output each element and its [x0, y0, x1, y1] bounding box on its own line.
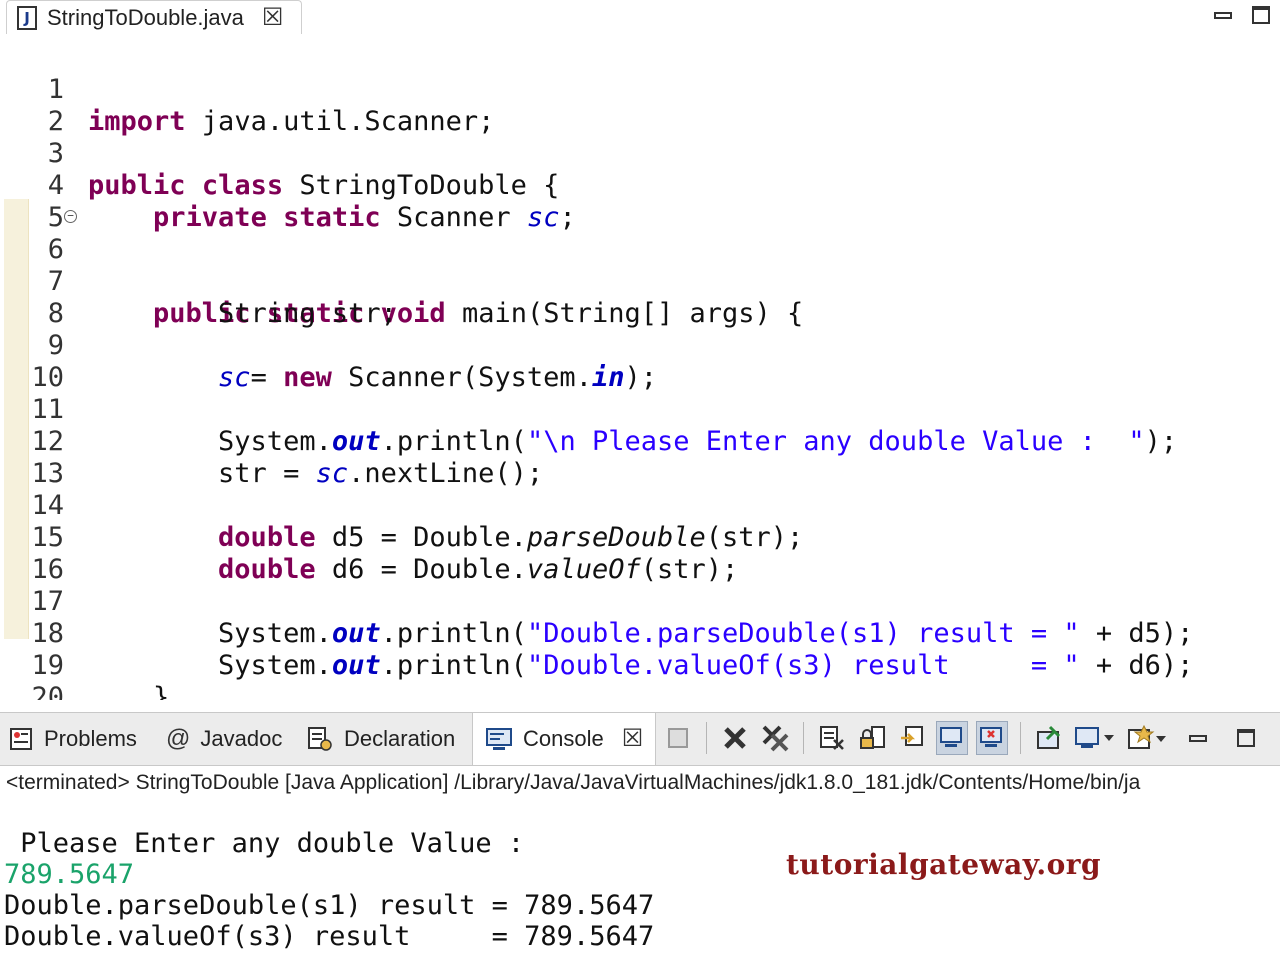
maximize-icon[interactable]	[1252, 6, 1270, 24]
code-editor[interactable]: 1 import java.util.Scanner; 2 3 public c…	[0, 38, 1280, 700]
code-line: 19 }	[0, 618, 1280, 700]
tab-javadoc[interactable]: @ Javadoc	[166, 713, 282, 765]
code-line: 6 − public static void main(String[] arg…	[0, 202, 1280, 329]
java-file-icon: J	[17, 5, 37, 30]
code-line: 21	[0, 682, 1280, 700]
console-icon	[485, 726, 513, 752]
maximize-view-icon[interactable]	[1237, 729, 1255, 747]
toolbar-separator	[706, 722, 707, 754]
tab-problems-label: Problems	[44, 726, 137, 751]
at-icon: @	[166, 725, 191, 752]
code-line: 5	[0, 170, 1280, 233]
close-icon[interactable]: ☒	[622, 727, 644, 751]
code-line: 20 }	[0, 650, 1280, 700]
remove-launch-icon[interactable]	[719, 721, 751, 755]
view-tab-bar: Problems @ Javadoc Declaration Console ☒	[0, 712, 1280, 766]
close-icon[interactable]: ☒	[262, 5, 284, 30]
stop-icon[interactable]	[662, 721, 694, 755]
code-line: 10	[0, 330, 1280, 393]
code-line: 4 private static Scanner sc;	[0, 138, 1280, 233]
console-toolbar	[662, 721, 1255, 755]
show-on-stdout-icon[interactable]	[936, 721, 968, 755]
display-selected-console-icon[interactable]	[1073, 721, 1117, 755]
console-output-line: Please Enter any double Value :	[4, 828, 557, 859]
show-on-stderr-icon[interactable]	[976, 721, 1008, 755]
toolbar-separator	[1020, 722, 1021, 754]
code-line: 13	[0, 426, 1280, 489]
tab-javadoc-label: Javadoc	[200, 726, 283, 751]
open-console-icon[interactable]	[1125, 721, 1169, 755]
editor-window-controls	[1214, 6, 1270, 24]
code-line: 17 System.out.println("Double.parseDoubl…	[0, 554, 1280, 649]
collapse-fold-icon[interactable]: −	[64, 210, 77, 223]
minimize-view-icon[interactable]	[1189, 734, 1207, 742]
tab-console-label: Console	[523, 726, 604, 751]
code-line: 3 public class StringToDouble {	[0, 106, 1280, 201]
editor-tab-stringtodouble[interactable]: J StringToDouble.java ☒	[6, 0, 302, 34]
console-output-line: Double.parseDouble(s1) result = 789.5647	[4, 890, 655, 921]
code-line: 18 System.out.println("Double.valueOf(s3…	[0, 586, 1280, 681]
scroll-lock-icon[interactable]	[856, 721, 888, 755]
clear-console-icon[interactable]	[816, 721, 848, 755]
code-line: 1 import java.util.Scanner;	[0, 42, 1280, 137]
code-line: 14 double d5 = Double.parseDouble(str);	[0, 458, 1280, 553]
remove-all-terminated-icon[interactable]	[759, 721, 791, 755]
code-line: 9 sc= new Scanner(System.in);	[0, 298, 1280, 393]
toolbar-separator	[803, 722, 804, 754]
tab-declaration[interactable]: Declaration	[306, 713, 455, 765]
word-wrap-icon[interactable]	[896, 721, 928, 755]
console-user-input: 789.5647	[4, 859, 135, 890]
editor-tab-bar: J StringToDouble.java ☒	[0, 0, 1280, 36]
console-output[interactable]: Please Enter any double Value : 789.5647…	[0, 826, 1280, 953]
code-line: 7 String str;	[0, 234, 1280, 329]
tab-problems[interactable]: Problems	[8, 713, 137, 765]
problems-icon	[8, 726, 34, 752]
pin-console-icon[interactable]	[1033, 721, 1065, 755]
tab-console[interactable]: Console ☒	[472, 713, 657, 765]
editor-tab-label: StringToDouble.java	[47, 4, 244, 30]
declaration-icon	[306, 725, 334, 753]
code-line: 11 System.out.println("\n Please Enter a…	[0, 362, 1280, 457]
code-line: 12 str = sc.nextLine();	[0, 394, 1280, 489]
code-line: 2	[0, 74, 1280, 137]
code-line: 15 double d6 = Double.valueOf(str);	[0, 490, 1280, 585]
console-launch-description: <terminated> StringToDouble [Java Applic…	[6, 771, 1141, 794]
code-line: 16	[0, 522, 1280, 585]
tab-declaration-label: Declaration	[344, 726, 456, 751]
minimize-icon[interactable]	[1214, 11, 1232, 19]
watermark-text: tutorialgateway.org	[786, 848, 1102, 881]
code-line: 8	[0, 266, 1280, 329]
console-output-line: Double.valueOf(s3) result = 789.5647	[4, 921, 655, 952]
